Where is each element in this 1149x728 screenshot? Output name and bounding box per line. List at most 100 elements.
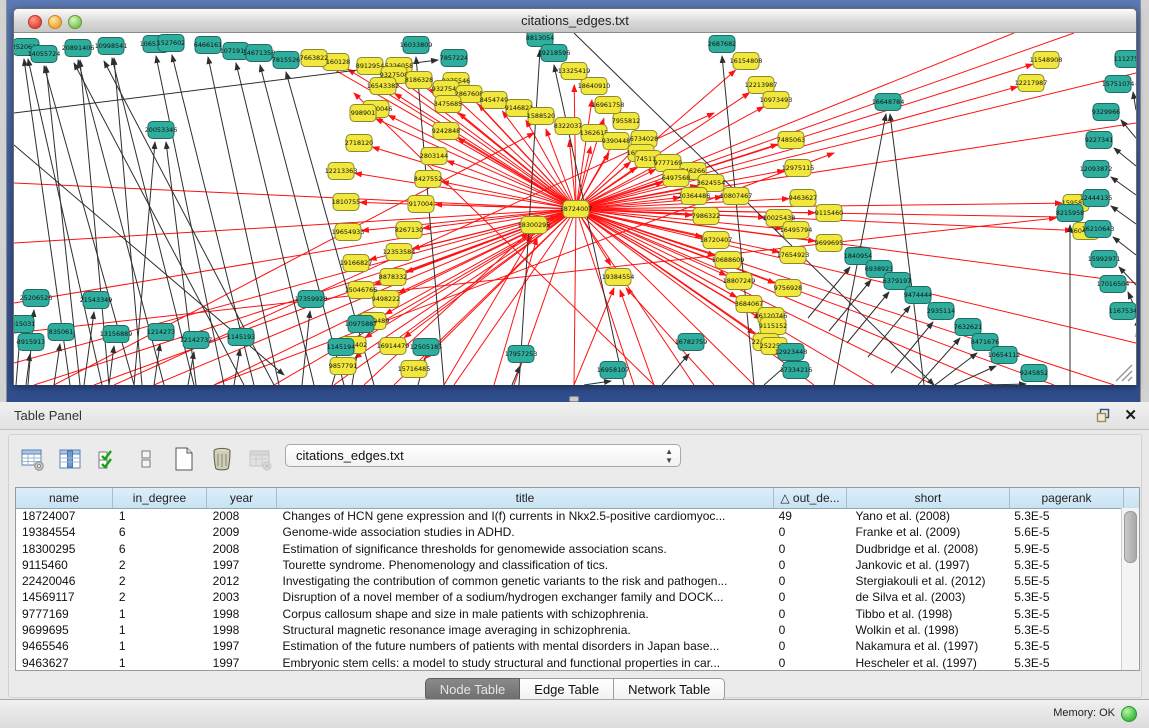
cell-name[interactable]: 18300295	[16, 541, 113, 557]
cited-paper-node[interactable]: 9242848	[432, 123, 460, 140]
citing-paper-node[interactable]: 835061	[48, 324, 74, 341]
black-edge[interactable]	[1111, 206, 1136, 224]
citing-paper-node[interactable]: 10975887	[345, 316, 378, 333]
black-edge[interactable]	[134, 142, 155, 385]
delete-rows-icon[interactable]	[209, 446, 235, 472]
cell-pagerank[interactable]: 5.6E-5	[1008, 524, 1122, 540]
cell-short[interactable]: Dudbridge et al. (2008)	[845, 541, 1008, 557]
cell-name[interactable]: 19384554	[16, 524, 113, 540]
citing-paper-node[interactable]: 17957253	[505, 346, 538, 363]
cited-paper-node[interactable]: 18720407	[700, 232, 733, 249]
citing-paper-node[interactable]: 1167534	[1109, 303, 1136, 320]
citing-paper-node[interactable]: 1112753	[1114, 51, 1136, 68]
column-header-pagerank[interactable]: pagerank	[1010, 488, 1124, 508]
cell-title[interactable]: Corpus callosum shape and size in male p…	[277, 606, 773, 622]
citing-paper-node[interactable]: 12923448	[775, 344, 808, 361]
table-column-icon[interactable]	[57, 446, 83, 472]
cited-paper-node[interactable]: 9777169	[654, 155, 682, 172]
cited-paper-node[interactable]: 7955812	[612, 113, 640, 130]
table-header-row[interactable]: namein_degreeyeartitle△ out_de...shortpa…	[16, 488, 1139, 509]
cell-out_de[interactable]: 49	[773, 508, 846, 524]
cell-in_degree[interactable]: 6	[113, 541, 207, 557]
citing-paper-node[interactable]: 16210643	[1082, 221, 1115, 238]
column-header-in_degree[interactable]: in_degree	[113, 488, 207, 508]
cited-paper-node[interactable]: 9756928	[774, 280, 802, 297]
float-window-icon[interactable]	[1096, 408, 1111, 423]
cell-short[interactable]: Jankovic et al. (1997)	[845, 557, 1008, 573]
select-columns-icon[interactable]	[95, 446, 121, 472]
citing-paper-node[interactable]: 9315031	[14, 316, 35, 333]
cited-paper-node[interactable]: 8878332	[379, 269, 407, 286]
table-row[interactable]: 1830029562008Estimation of significance …	[16, 541, 1122, 557]
cited-paper-node[interactable]: 16961758	[592, 97, 625, 114]
citing-paper-node[interactable]: 15751074	[1102, 76, 1135, 93]
cell-short[interactable]: Hescheler et al. (1997)	[845, 655, 1008, 670]
tab-network-table[interactable]: Network Table	[614, 678, 725, 701]
cell-out_de[interactable]: 0	[773, 589, 846, 605]
citing-paper-node[interactable]: 16782759	[675, 334, 708, 351]
cell-pagerank[interactable]: 5.3E-5	[1008, 655, 1122, 670]
citing-paper-node[interactable]: 1527602	[157, 35, 185, 52]
red-edge[interactable]	[576, 33, 1014, 209]
cited-paper-node[interactable]: 9115152	[759, 318, 787, 335]
cited-paper-node[interactable]: 19654933	[332, 224, 365, 241]
cell-name[interactable]: 14569117	[16, 589, 113, 605]
cited-paper-node[interactable]: 19384554	[602, 269, 635, 286]
black-edge[interactable]	[808, 267, 850, 318]
citing-paper-node[interactable]: 9245852	[1020, 365, 1048, 382]
cited-paper-node[interactable]: 17654923	[777, 247, 810, 264]
cited-paper-node[interactable]: 12975115	[782, 160, 815, 177]
cell-year[interactable]: 1998	[207, 606, 277, 622]
cell-short[interactable]: de Silva et al. (2003)	[845, 589, 1008, 605]
cell-title[interactable]: Disruption of a novel member of a sodium…	[277, 589, 773, 605]
citing-paper-node[interactable]: 7857224	[440, 50, 468, 67]
citing-paper-node[interactable]: 1145193	[227, 329, 255, 346]
cited-paper-node[interactable]: 12213987	[745, 77, 778, 94]
vertical-scrollbar[interactable]	[1121, 508, 1139, 670]
table-body[interactable]: 1872400712008Changes of HCN gene express…	[16, 508, 1122, 670]
black-edge[interactable]	[1114, 148, 1136, 166]
table-row[interactable]: 911546021997Tourette syndrome. Phenomeno…	[16, 557, 1122, 573]
tab-edge-table[interactable]: Edge Table	[520, 678, 614, 701]
cell-name[interactable]: 9777169	[16, 606, 113, 622]
cell-short[interactable]: Franke et al. (2009)	[845, 524, 1008, 540]
cell-out_de[interactable]: 0	[773, 524, 846, 540]
black-edge[interactable]	[935, 353, 977, 385]
citing-paper-node[interactable]: 12444135	[1080, 190, 1113, 207]
table-settings-icon[interactable]	[19, 446, 45, 472]
cell-name[interactable]: 9465546	[16, 638, 113, 654]
cited-paper-node[interactable]: 2718120	[345, 135, 373, 152]
tab-node-table[interactable]: Node Table	[425, 678, 521, 701]
red-edge[interactable]	[54, 133, 534, 385]
cited-paper-node[interactable]: 1810755	[332, 194, 360, 211]
cell-year[interactable]: 1997	[207, 655, 277, 670]
citing-paper-node[interactable]: 9227341	[1085, 132, 1113, 149]
close-panel-icon[interactable]: ✕	[1124, 406, 1137, 424]
black-edge[interactable]	[868, 306, 910, 357]
citing-paper-node[interactable]: 16648784	[872, 94, 905, 111]
cell-year[interactable]: 1998	[207, 622, 277, 638]
citation-network-graph[interactable]: 1872400752260588912954932750816543382818…	[14, 33, 1136, 385]
cell-pagerank[interactable]: 5.3E-5	[1008, 589, 1122, 605]
citing-paper-node[interactable]: 15992971	[1088, 251, 1121, 268]
red-edge[interactable]	[14, 209, 576, 363]
cited-paper-node[interactable]: 998901	[350, 105, 376, 122]
column-header-short[interactable]: short	[847, 488, 1010, 508]
cited-paper-node[interactable]: 8267130	[395, 222, 423, 239]
cell-short[interactable]: Wolkin et al. (1998)	[845, 622, 1008, 638]
red-edge[interactable]	[14, 183, 576, 209]
table-selector-dropdown[interactable]: citations_edges.txt ▲▼	[285, 444, 681, 467]
cell-in_degree[interactable]: 1	[113, 622, 207, 638]
cell-year[interactable]: 2009	[207, 524, 277, 540]
cited-paper-node[interactable]: 2803144	[420, 148, 448, 165]
citing-paper-node[interactable]: 9474444	[904, 287, 932, 304]
cell-short[interactable]: Tibbo et al. (1998)	[845, 606, 1008, 622]
cell-in_degree[interactable]: 1	[113, 638, 207, 654]
scrollbar-thumb[interactable]	[1124, 511, 1137, 563]
memory-ok-indicator-icon[interactable]	[1121, 706, 1137, 722]
cited-paper-node[interactable]: 1588520	[527, 108, 555, 125]
red-edge[interactable]	[576, 100, 592, 209]
cited-paper-node[interactable]: 16914479	[377, 338, 410, 355]
citing-paper-node[interactable]: 21543349	[80, 292, 113, 309]
citing-paper-node[interactable]: 7815526	[272, 52, 300, 69]
